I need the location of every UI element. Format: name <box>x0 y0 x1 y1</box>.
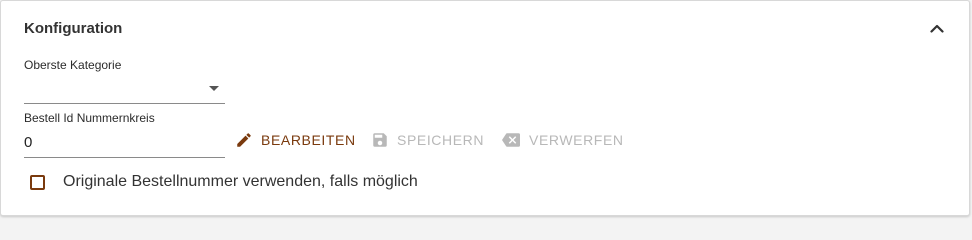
floppy-disk-icon <box>371 131 389 149</box>
backspace-icon <box>501 131 521 149</box>
category-label: Oberste Kategorie <box>24 58 122 72</box>
discard-button-label: VERWERFEN <box>529 132 624 148</box>
order-id-label: Bestell Id Nummernkreis <box>24 111 155 125</box>
edit-button-label: BEARBEITEN <box>261 132 356 148</box>
pencil-icon <box>235 131 253 149</box>
dropdown-arrow-icon <box>209 86 219 91</box>
panel-title: Konfiguration <box>24 20 123 37</box>
use-original-order-number-option[interactable]: Originale Bestellnummer verwenden, falls… <box>30 171 418 193</box>
use-original-order-number-label: Originale Bestellnummer verwenden, falls… <box>63 173 418 190</box>
edit-button[interactable]: BEARBEITEN <box>235 129 356 151</box>
save-button[interactable]: SPEICHERN <box>371 129 484 151</box>
order-id-input[interactable] <box>24 128 225 158</box>
configuration-panel: Konfiguration Oberste Kategorie Bestell … <box>0 0 970 216</box>
collapse-button[interactable] <box>927 19 947 39</box>
use-original-order-number-checkbox[interactable] <box>30 174 45 190</box>
category-select[interactable] <box>24 77 225 104</box>
chevron-up-icon <box>930 20 944 38</box>
discard-button[interactable]: VERWERFEN <box>501 129 624 151</box>
save-button-label: SPEICHERN <box>397 132 485 148</box>
